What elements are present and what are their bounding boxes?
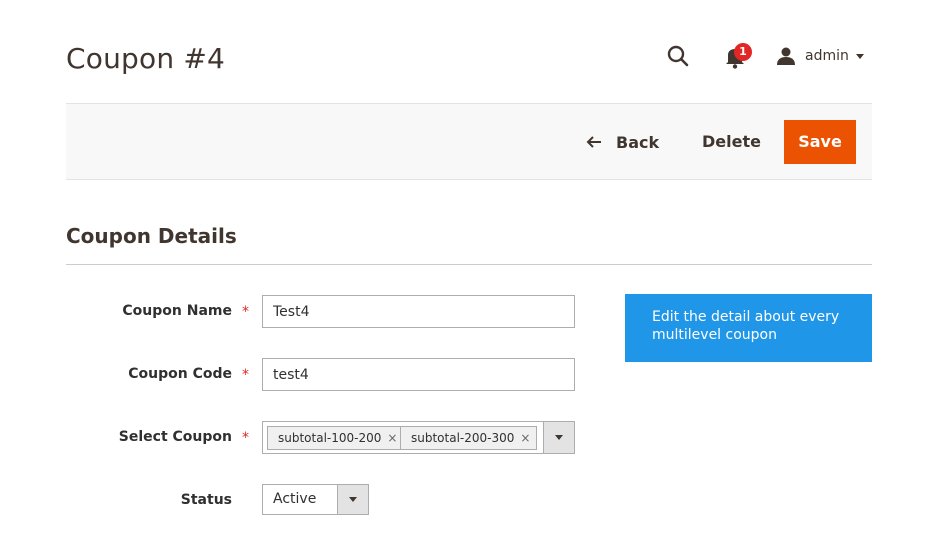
- arrow-left-icon: [586, 136, 601, 148]
- required-marker: *: [242, 304, 249, 320]
- tag-label: subtotal-200-300: [411, 431, 515, 445]
- status-label: Status: [180, 492, 232, 508]
- select-coupon-multiselect[interactable]: subtotal-100-200 × subtotal-200-300 ×: [262, 421, 575, 454]
- section-divider: [66, 264, 872, 265]
- admin-user-menu[interactable]: admin: [776, 44, 864, 68]
- required-marker: *: [242, 430, 249, 446]
- chevron-down-icon: [855, 53, 864, 59]
- search-icon[interactable]: [666, 44, 690, 68]
- chevron-down-icon: [349, 497, 357, 502]
- chevron-down-icon: [555, 435, 563, 440]
- back-button[interactable]: Back: [586, 130, 659, 154]
- coupon-name-input[interactable]: [262, 295, 575, 328]
- back-button-label: Back: [616, 132, 660, 152]
- remove-tag-icon[interactable]: ×: [387, 427, 397, 449]
- header-actions: 1 admin: [660, 40, 870, 72]
- remove-tag-icon[interactable]: ×: [520, 427, 530, 449]
- tag-label: subtotal-100-200: [278, 431, 382, 445]
- select-coupon-label: Select Coupon: [118, 429, 232, 445]
- page-actions-toolbar: Back Delete Save: [66, 103, 872, 180]
- status-dropdown-toggle[interactable]: [337, 485, 368, 514]
- page-title: Coupon #4: [66, 42, 226, 75]
- selected-coupon-tag: subtotal-200-300 ×: [400, 426, 538, 450]
- section-title: Coupon Details: [66, 224, 237, 248]
- multiselect-toggle-button[interactable]: [543, 422, 574, 453]
- status-selected-value: Active: [273, 491, 317, 507]
- admin-username: admin: [805, 48, 849, 64]
- delete-button[interactable]: Delete: [702, 130, 761, 154]
- status-select[interactable]: Active: [262, 484, 369, 515]
- coupon-code-input[interactable]: [262, 358, 575, 391]
- required-marker: *: [242, 367, 249, 383]
- save-button[interactable]: Save: [784, 120, 856, 164]
- info-message: Edit the detail about every multilevel c…: [625, 294, 872, 362]
- selected-coupon-tag: subtotal-100-200 ×: [267, 426, 405, 450]
- notification-badge: 1: [734, 43, 752, 61]
- coupon-code-label: Coupon Code: [128, 366, 232, 382]
- user-icon: [776, 46, 796, 66]
- coupon-name-label: Coupon Name: [122, 303, 232, 319]
